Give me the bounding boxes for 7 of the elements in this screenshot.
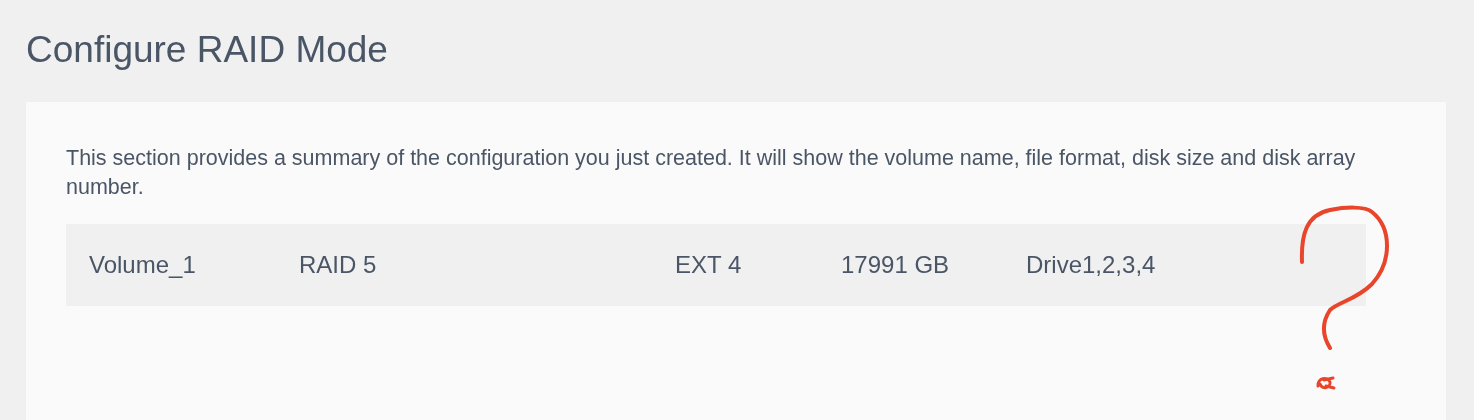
page-title: Configure RAID Mode <box>26 28 389 72</box>
table-cell: Volume_1 <box>89 251 196 278</box>
table-cell: 17991 GB <box>841 251 950 278</box>
table-cell: EXT 4 <box>675 251 742 278</box>
table-cell: Drive1,2,3,4 <box>1026 251 1156 278</box>
table-cell: RAID 5 <box>299 251 377 278</box>
description: This section provides a summary of the configuration you just created. It will show the volume name, file format, disk size and disk array number. <box>66 145 1357 201</box>
